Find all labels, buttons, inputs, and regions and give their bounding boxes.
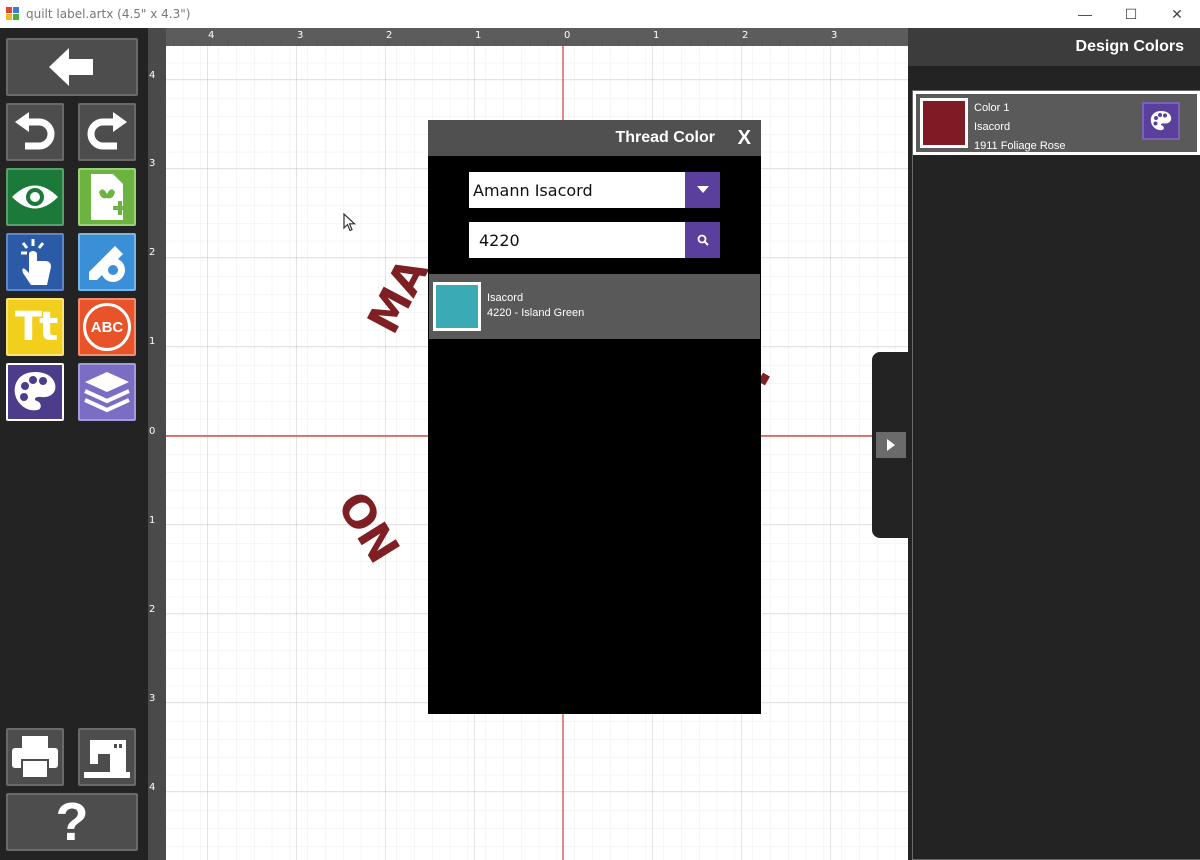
ruler-top-label: 4: [208, 30, 215, 41]
app-icon: [6, 7, 20, 21]
ruler-top-label: 2: [742, 30, 749, 41]
text-button[interactable]: Tt: [6, 298, 64, 356]
mouse-cursor-icon: [343, 213, 357, 232]
chevron-down-icon: [696, 186, 709, 193]
thread-swatch: [433, 282, 481, 331]
monogram-label: ABC: [90, 318, 124, 336]
palette-icon: [14, 372, 56, 411]
ruler-left-label: 3: [149, 693, 156, 704]
brand-select[interactable]: [469, 172, 720, 208]
dialog-title: Thread Color: [615, 129, 715, 146]
undo-button[interactable]: [6, 103, 64, 161]
colors-button[interactable]: [6, 363, 64, 421]
design-colors-panel: Design Colors Color 1 Isacord 1911 Folia…: [908, 28, 1200, 860]
print-icon: [12, 736, 58, 779]
ruler-left-label: 2: [149, 247, 156, 258]
ruler-left-label: 4: [149, 70, 156, 81]
add-design-icon: [91, 174, 127, 220]
back-button[interactable]: [6, 38, 138, 96]
search-icon: [697, 234, 709, 246]
left-toolbar: Tt ABC ?: [0, 28, 148, 860]
redo-button[interactable]: [78, 103, 136, 161]
layers-button[interactable]: [78, 363, 136, 421]
panel-toggle-tab: [872, 352, 910, 538]
monogram-icon: ABC: [83, 303, 131, 351]
ruler-left-label: 1: [149, 336, 156, 347]
select-touch-icon: [21, 239, 51, 285]
color-row[interactable]: Color 1 Isacord 1911 Foliage Rose: [913, 91, 1200, 155]
color-brand: Isacord: [974, 121, 1011, 133]
edit-settings-button[interactable]: [78, 233, 136, 291]
chevron-right-icon: [887, 439, 895, 451]
thread-color-dialog: Thread Color X Isacord 4220 - Island Gre…: [428, 120, 761, 714]
monogram-button[interactable]: ABC: [78, 298, 136, 356]
maximize-button[interactable]: ☐: [1108, 0, 1154, 28]
design-colors-list: Color 1 Isacord 1911 Foliage Rose: [912, 90, 1200, 860]
close-window-button[interactable]: ✕: [1154, 0, 1200, 28]
ruler-top-label: 3: [831, 30, 838, 41]
window-title: quilt label.artx (4.5" x 4.3"): [26, 7, 191, 21]
change-color-button[interactable]: [1142, 102, 1180, 140]
ruler-left-label: 1: [149, 515, 156, 526]
dialog-close-button[interactable]: X: [738, 120, 751, 156]
ruler-left-label: 3: [149, 158, 156, 169]
redo-icon: [87, 112, 127, 150]
thread-search[interactable]: [469, 222, 720, 258]
layers-icon: [84, 372, 130, 413]
print-button[interactable]: [6, 728, 64, 786]
ruler-left-label: 4: [149, 782, 156, 793]
color-swatch: [920, 98, 968, 148]
select-button[interactable]: [6, 233, 64, 291]
title-bar: quilt label.artx (4.5" x 4.3") — ☐ ✕: [0, 0, 1200, 28]
color-thread: 1911 Foliage Rose: [974, 140, 1066, 152]
ruler-top: 4 3 2 1 0 1 2 3: [148, 28, 908, 46]
ruler-top-label: 2: [386, 30, 393, 41]
search-button[interactable]: [685, 222, 720, 258]
brand-dropdown-button[interactable]: [685, 172, 720, 208]
minimize-button[interactable]: —: [1062, 0, 1108, 28]
ruler-left: 4 3 2 1 0 1 2 3 4: [148, 28, 166, 860]
design-colors-title: Design Colors: [908, 28, 1200, 66]
ruler-left-label: 2: [149, 604, 156, 615]
palette-icon: [1150, 111, 1172, 131]
undo-icon: [15, 112, 55, 150]
color-name: Color 1: [974, 102, 1010, 114]
ruler-top-label: 1: [475, 30, 482, 41]
send-to-machine-button[interactable]: [78, 728, 136, 786]
thread-brand: Isacord: [487, 292, 524, 304]
view-button[interactable]: [6, 168, 64, 226]
thread-search-input[interactable]: [469, 222, 684, 258]
text-icon: Tt: [14, 304, 58, 350]
thread-result-item[interactable]: Isacord 4220 - Island Green: [429, 274, 760, 339]
dialog-header: Thread Color X: [428, 120, 761, 156]
add-design-button[interactable]: [78, 168, 136, 226]
ruler-top-label: 1: [653, 30, 660, 41]
ruler-top-label: 3: [297, 30, 304, 41]
edit-settings-icon: [89, 246, 125, 282]
back-arrow-icon: [49, 48, 93, 86]
ruler-left-label: 0: [149, 426, 156, 437]
thread-name: 4220 - Island Green: [487, 307, 585, 319]
sewing-machine-icon: [84, 740, 130, 778]
expand-panel-button[interactable]: [876, 432, 906, 458]
help-button[interactable]: ?: [6, 792, 138, 852]
ruler-top-label: 0: [564, 30, 571, 41]
brand-select-value[interactable]: [469, 172, 684, 208]
help-icon: ?: [55, 792, 89, 852]
view-eye-icon: [12, 185, 58, 209]
